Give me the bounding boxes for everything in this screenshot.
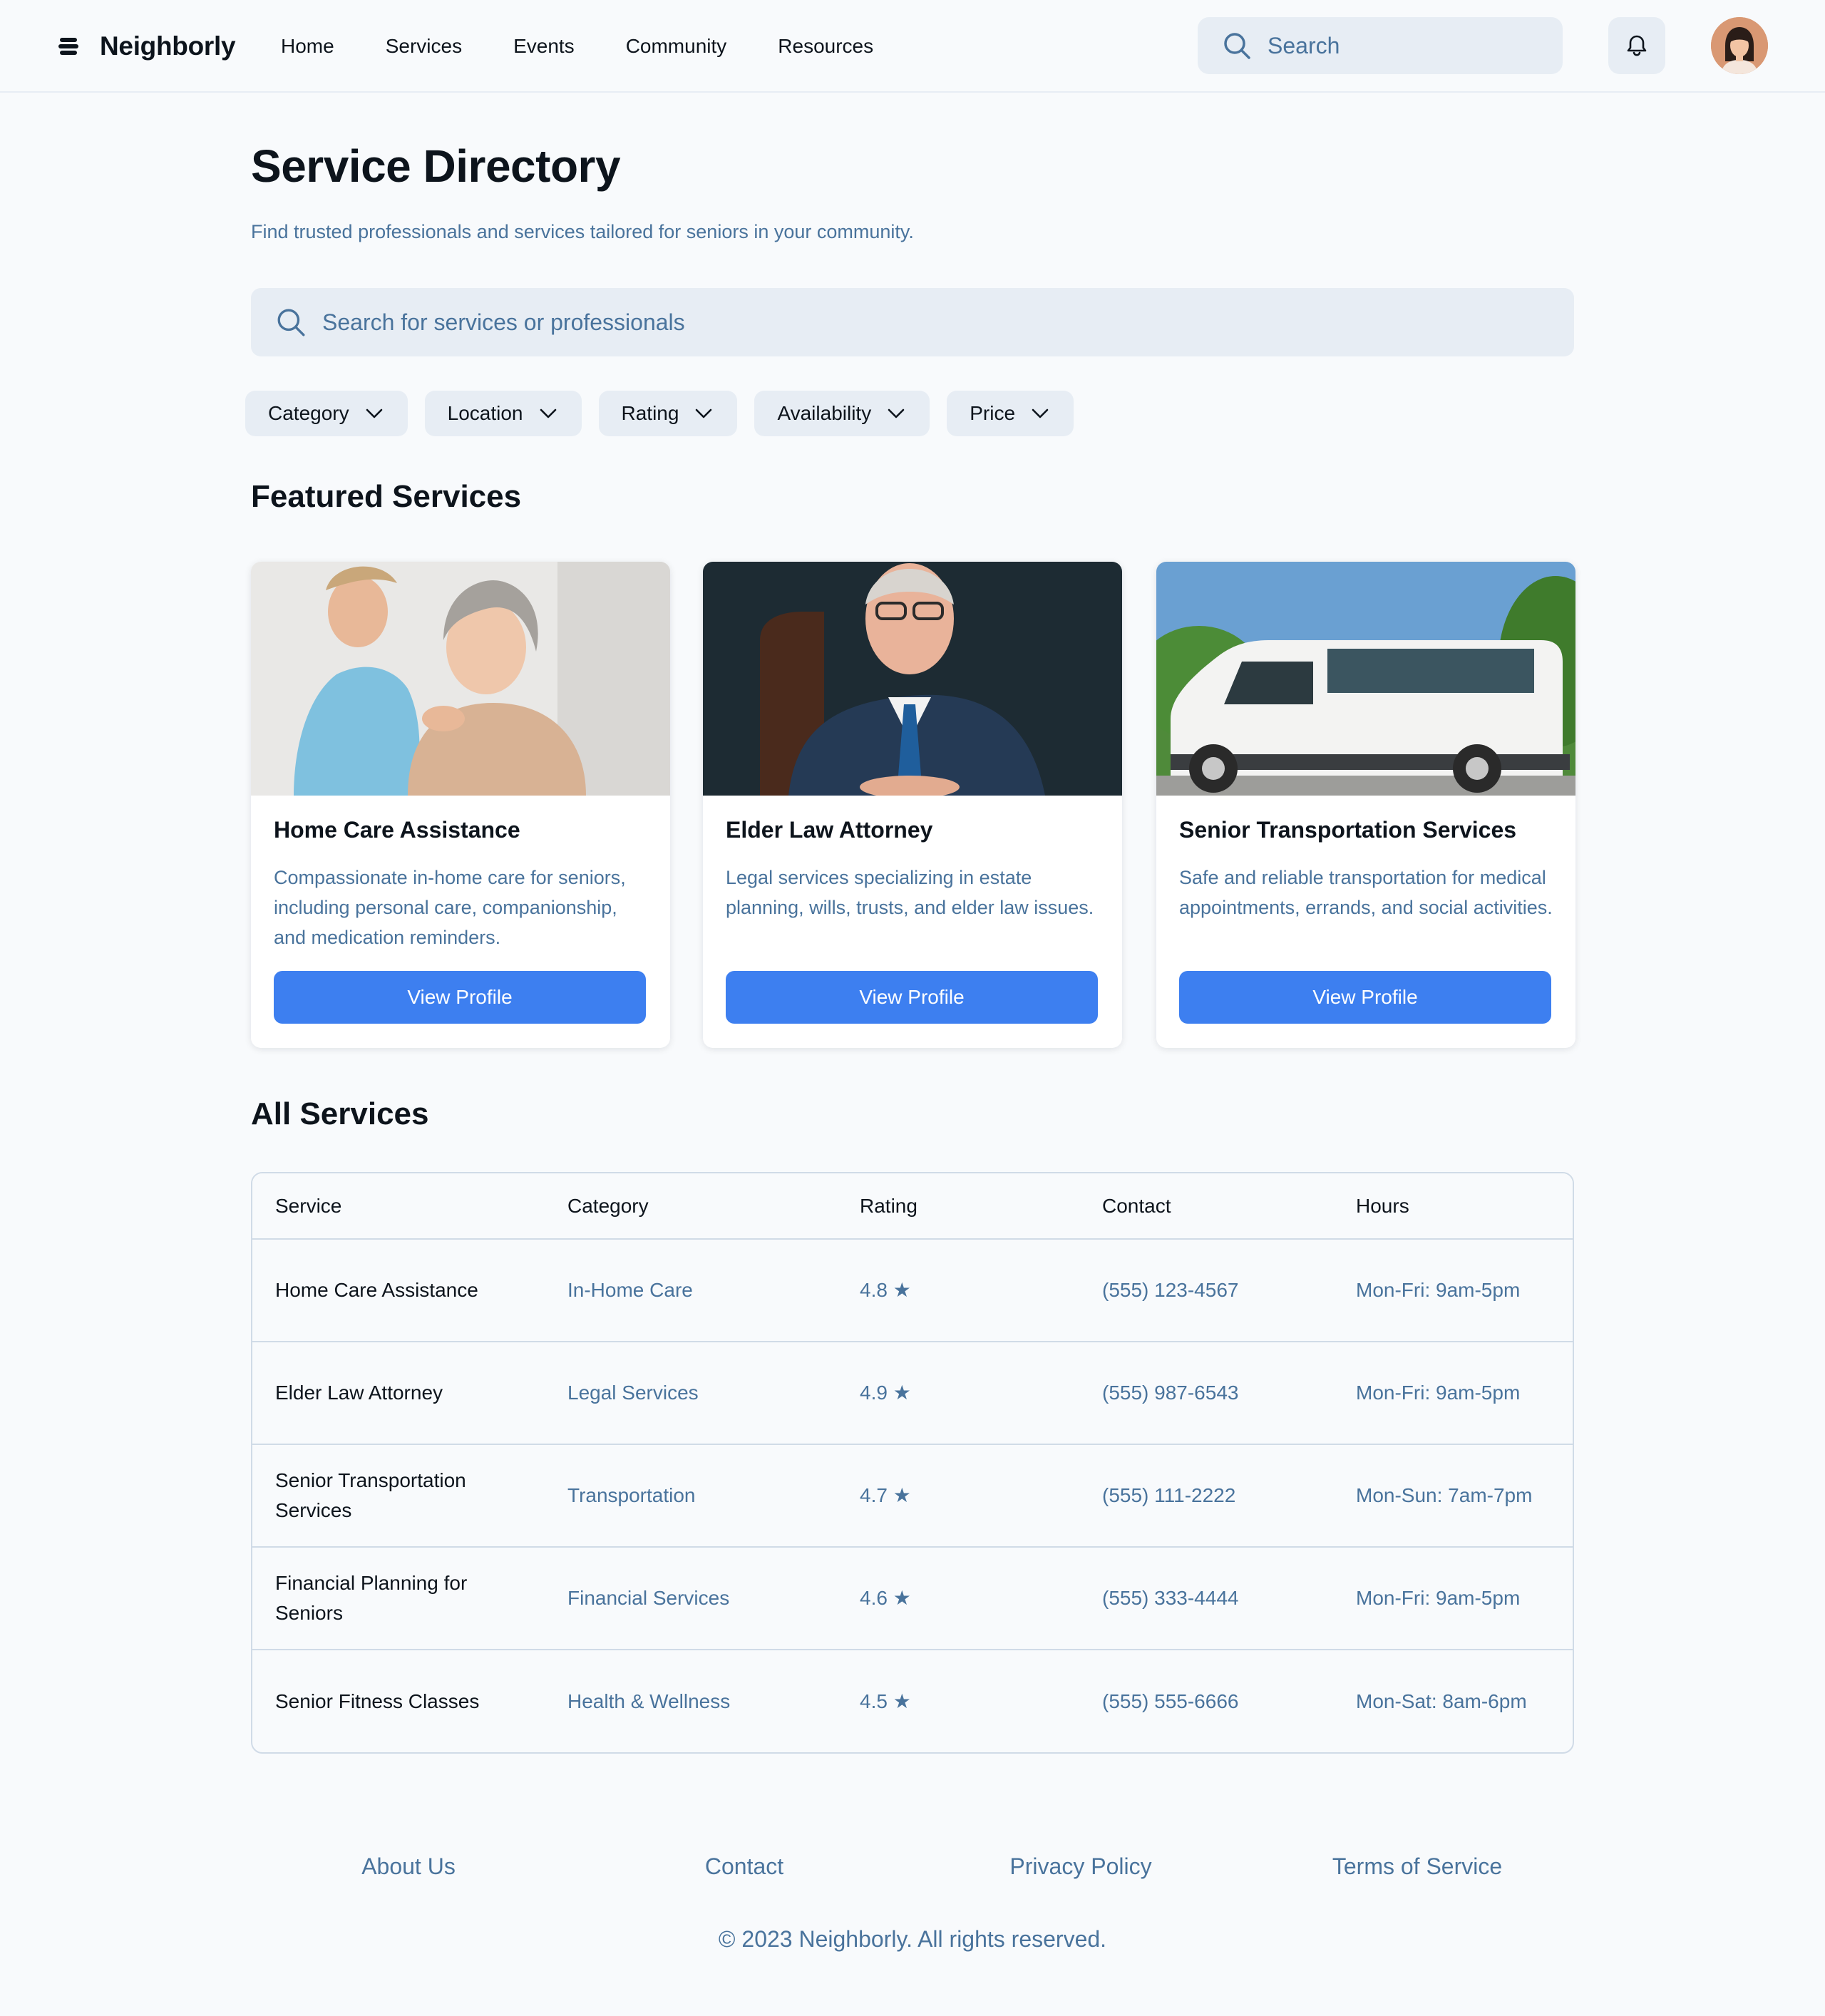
table-row[interactable]: Financial Planning for Seniors Financial… bbox=[252, 1547, 1573, 1650]
card-description: Legal services specializing in estate pl… bbox=[726, 867, 1094, 918]
bell-icon bbox=[1627, 35, 1647, 56]
cell-service: Elder Law Attorney bbox=[252, 1342, 545, 1445]
copyright: © 2023 Neighborly. All rights reserved. bbox=[718, 1926, 1107, 1952]
cell-hours: Mon-Sat: 8am-6pm bbox=[1356, 1690, 1527, 1712]
user-avatar-image bbox=[1711, 17, 1768, 74]
top-navbar: Neighborly Home Services Events Communit… bbox=[0, 0, 1825, 93]
cell-category: Health & Wellness bbox=[567, 1690, 731, 1712]
brand-name: Neighborly bbox=[100, 31, 236, 61]
cell-category: In-Home Care bbox=[545, 1239, 837, 1342]
all-services-title: All Services bbox=[251, 1096, 429, 1131]
filter-label: Rating bbox=[621, 402, 679, 424]
service-search[interactable] bbox=[251, 288, 1574, 356]
cell-hours: Mon-Fri: 9am-5pm bbox=[1333, 1342, 1573, 1445]
column-header-hours[interactable]: Hours bbox=[1333, 1173, 1573, 1240]
card-title: Senior Transportation Services bbox=[1179, 817, 1517, 843]
column-header-contact[interactable]: Contact bbox=[1079, 1173, 1333, 1240]
avatar[interactable] bbox=[1711, 17, 1768, 74]
cell-hours: Mon-Fri: 9am-5pm bbox=[1333, 1547, 1573, 1650]
cell-service: Financial Planning for Seniors bbox=[252, 1547, 545, 1650]
footer-link-terms[interactable]: Terms of Service bbox=[1332, 1853, 1502, 1880]
footer-links: About Us Contact Privacy Policy Terms of… bbox=[251, 1853, 1574, 1889]
filter-bar: Category Location Rating Availability Pr… bbox=[245, 391, 1074, 436]
chevron-down-icon bbox=[1032, 408, 1049, 418]
cell-category: Legal Services bbox=[545, 1342, 837, 1445]
chevron-down-icon bbox=[696, 408, 712, 418]
card-image bbox=[703, 562, 1122, 796]
cell-rating: 4.7 ★ bbox=[837, 1444, 1079, 1548]
cell-contact: (555) 987-6543 bbox=[1079, 1342, 1333, 1445]
table-row[interactable]: Senior Fitness Classes Health & Wellness… bbox=[252, 1650, 1573, 1752]
card-title: Home Care Assistance bbox=[274, 817, 520, 843]
chevron-down-icon bbox=[366, 408, 382, 418]
cell-contact: (555) 333-4444 bbox=[1079, 1547, 1333, 1650]
header-search[interactable] bbox=[1198, 17, 1563, 74]
column-header-rating[interactable]: Rating bbox=[837, 1173, 1079, 1240]
cell-service: Senior Fitness Classes bbox=[275, 1690, 480, 1712]
featured-card: Senior Transportation Services Safe and … bbox=[1156, 562, 1575, 1048]
nav-resources[interactable]: Resources bbox=[778, 35, 873, 58]
card-title: Elder Law Attorney bbox=[726, 817, 933, 843]
cell-category: Financial Services bbox=[545, 1547, 837, 1650]
filter-price[interactable]: Price bbox=[947, 391, 1074, 436]
service-search-input[interactable] bbox=[322, 309, 1463, 336]
view-profile-button[interactable]: View Profile bbox=[274, 971, 646, 1024]
logo-icon bbox=[58, 38, 78, 55]
filter-label: Price bbox=[970, 402, 1016, 424]
column-header-service[interactable]: Service bbox=[252, 1173, 545, 1240]
search-icon bbox=[277, 309, 305, 336]
card-description: Compassionate in-home care for seniors, … bbox=[274, 867, 626, 948]
main-nav: Home Services Events Community Resources bbox=[281, 29, 925, 64]
page-subtitle: Find trusted professionals and services … bbox=[251, 221, 914, 242]
filter-rating[interactable]: Rating bbox=[598, 391, 738, 436]
nav-community[interactable]: Community bbox=[626, 35, 727, 58]
header-search-input[interactable] bbox=[1268, 32, 1538, 59]
filter-availability[interactable]: Availability bbox=[754, 391, 930, 436]
cell-contact: (555) 555-6666 bbox=[1102, 1690, 1239, 1712]
view-profile-button[interactable]: View Profile bbox=[726, 971, 1098, 1024]
search-icon bbox=[1224, 33, 1250, 59]
chevron-down-icon bbox=[540, 408, 556, 418]
table-row[interactable]: Elder Law Attorney Legal Services 4.9 ★ … bbox=[252, 1342, 1573, 1445]
cell-hours: Mon-Fri: 9am-5pm bbox=[1333, 1239, 1573, 1342]
filter-label: Category bbox=[268, 402, 349, 424]
cell-hours: Mon-Sun: 7am-7pm bbox=[1333, 1444, 1573, 1548]
card-image bbox=[1156, 562, 1575, 796]
view-profile-button[interactable]: View Profile bbox=[1179, 971, 1551, 1024]
cell-category: Transportation bbox=[545, 1444, 837, 1548]
table-header-row: Service Category Rating Contact Hours bbox=[252, 1173, 1573, 1240]
footer-link-contact[interactable]: Contact bbox=[705, 1853, 783, 1880]
notifications-button[interactable] bbox=[1608, 17, 1665, 74]
cell-rating: 4.5 ★ bbox=[860, 1690, 911, 1712]
featured-card: Elder Law Attorney Legal services specia… bbox=[703, 562, 1122, 1048]
footer-link-privacy[interactable]: Privacy Policy bbox=[1009, 1853, 1151, 1880]
featured-card: Home Care Assistance Compassionate in-ho… bbox=[251, 562, 670, 1048]
services-table: Service Category Rating Contact Hours Ho… bbox=[251, 1172, 1574, 1754]
table-row[interactable]: Senior Transportation Services Transport… bbox=[252, 1444, 1573, 1548]
cell-service: Home Care Assistance bbox=[252, 1239, 545, 1342]
nav-events[interactable]: Events bbox=[513, 35, 575, 58]
cell-contact: (555) 123-4567 bbox=[1079, 1239, 1333, 1342]
filter-category[interactable]: Category bbox=[245, 391, 408, 436]
featured-section-title: Featured Services bbox=[251, 479, 522, 514]
nav-home[interactable]: Home bbox=[281, 35, 334, 58]
cell-contact: (555) 111-2222 bbox=[1079, 1444, 1333, 1548]
cell-service: Senior Transportation Services bbox=[252, 1444, 545, 1548]
table-row[interactable]: Home Care Assistance In-Home Care 4.8 ★ … bbox=[252, 1239, 1573, 1342]
filter-label: Location bbox=[447, 402, 523, 424]
nav-services[interactable]: Services bbox=[386, 35, 462, 58]
cell-rating: 4.9 ★ bbox=[837, 1342, 1079, 1445]
chevron-down-icon bbox=[888, 408, 905, 418]
card-image bbox=[251, 562, 670, 796]
card-description: Safe and reliable transportation for med… bbox=[1179, 867, 1553, 918]
brand[interactable]: Neighborly bbox=[57, 27, 236, 66]
page-title: Service Directory bbox=[251, 140, 621, 192]
footer-link-about[interactable]: About Us bbox=[361, 1853, 456, 1880]
filter-location[interactable]: Location bbox=[424, 391, 582, 436]
column-header-category[interactable]: Category bbox=[545, 1173, 837, 1240]
cell-rating: 4.6 ★ bbox=[837, 1547, 1079, 1650]
filter-label: Availability bbox=[777, 402, 872, 424]
cell-rating: 4.8 ★ bbox=[837, 1239, 1079, 1342]
